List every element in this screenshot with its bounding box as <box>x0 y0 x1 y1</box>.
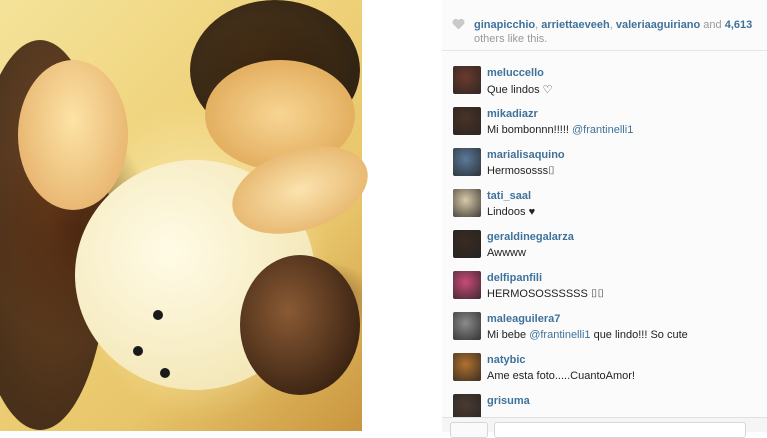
avatar[interactable] <box>453 107 481 135</box>
avatar[interactable] <box>453 312 481 340</box>
comment-bar <box>442 417 767 438</box>
liker-link[interactable]: valeriaaguiriano <box>616 19 700 31</box>
comment-text-body: Mi bombonnn!!!!! <box>487 124 572 136</box>
comment-username[interactable]: grisuma <box>487 395 530 407</box>
post-photo <box>0 0 379 431</box>
likes-suffix: others like this. <box>474 33 548 45</box>
comment-item: natybic Ame esta foto.....CuantoAmor! <box>442 349 767 390</box>
liker-link[interactable]: arriettaeveeh <box>541 19 610 31</box>
avatar[interactable] <box>453 230 481 258</box>
comment-text: HERMOSOSSSSSS ⌷⌷ <box>487 288 604 301</box>
avatar[interactable] <box>453 148 481 176</box>
avatar[interactable] <box>453 66 481 94</box>
liker-link[interactable]: ginapicchio <box>474 19 535 31</box>
comment-text-body: Hermososss⌷ <box>487 165 555 177</box>
comment-text: Hermososss⌷ <box>487 165 555 178</box>
comment-username[interactable]: natybic <box>487 354 526 366</box>
like-button[interactable] <box>450 422 488 438</box>
mention-link[interactable]: @frantinelli1 <box>529 329 590 341</box>
likes-summary: ginapicchio, arriettaeveeh, valeriaaguir… <box>442 0 767 51</box>
comment-username[interactable]: tati_saal <box>487 190 531 202</box>
heart-icon <box>452 18 465 30</box>
avatar[interactable] <box>453 189 481 217</box>
comment-text-body: Que lindos ♡ <box>487 84 553 96</box>
comment-text: Que lindos ♡ <box>487 83 553 96</box>
comment-text-body: que lindo!!! So cute <box>590 329 688 341</box>
comment-username[interactable]: maleaguilera7 <box>487 313 560 325</box>
comment-text: Awwww <box>487 247 526 259</box>
comment-item: delfipanfili HERMOSOSSSSSS ⌷⌷ <box>442 267 767 308</box>
mention-link[interactable]: @frantinelli1 <box>572 124 633 136</box>
comment-item: meluccello Que lindos ♡ <box>442 62 767 103</box>
comment-text-body: Lindoos ♥ <box>487 206 536 218</box>
photo-detail <box>133 346 143 356</box>
photo-detail <box>160 368 170 378</box>
comment-text: Ame esta foto.....CuantoAmor! <box>487 370 635 382</box>
comment-text-body: Ame esta foto.....CuantoAmor! <box>487 370 635 382</box>
comment-text: Lindoos ♥ <box>487 206 535 218</box>
comment-text: Mi bebe @frantinelli1 que lindo!!! So cu… <box>487 329 688 341</box>
comment-item: tati_saal Lindoos ♥ <box>442 185 767 226</box>
comment-text: Mi bombonnn!!!!! @frantinelli1 <box>487 124 633 136</box>
comment-input[interactable] <box>494 422 746 438</box>
comment-username[interactable]: marialisaquino <box>487 149 565 161</box>
comment-username[interactable]: mikadiazr <box>487 108 538 120</box>
comments-panel: ginapicchio, arriettaeveeh, valeriaaguir… <box>442 0 767 438</box>
photo-region <box>18 60 128 210</box>
comment-username[interactable]: delfipanfili <box>487 272 542 284</box>
comment-item: maleaguilera7 Mi bebe @frantinelli1 que … <box>442 308 767 349</box>
photo-detail <box>153 310 163 320</box>
comment-text-body: HERMOSOSSSSSS ⌷⌷ <box>487 288 605 300</box>
comment-text-body: Mi bebe <box>487 329 530 341</box>
comment-item: mikadiazr Mi bombonnn!!!!! @frantinelli1 <box>442 103 767 144</box>
comment-text-body: Awwww <box>487 247 526 259</box>
comment-username[interactable]: meluccello <box>487 67 544 79</box>
avatar[interactable] <box>453 353 481 381</box>
avatar[interactable] <box>453 271 481 299</box>
comment-item: marialisaquino Hermososss⌷ <box>442 144 767 185</box>
comment-username[interactable]: geraldinegalarza <box>487 231 574 243</box>
likes-and: and <box>700 19 725 31</box>
likes-text: ginapicchio, arriettaeveeh, valeriaaguir… <box>474 18 764 46</box>
photo-region <box>240 255 360 395</box>
comment-item: geraldinegalarza Awwww <box>442 226 767 267</box>
likes-count[interactable]: 4,613 <box>725 19 753 31</box>
